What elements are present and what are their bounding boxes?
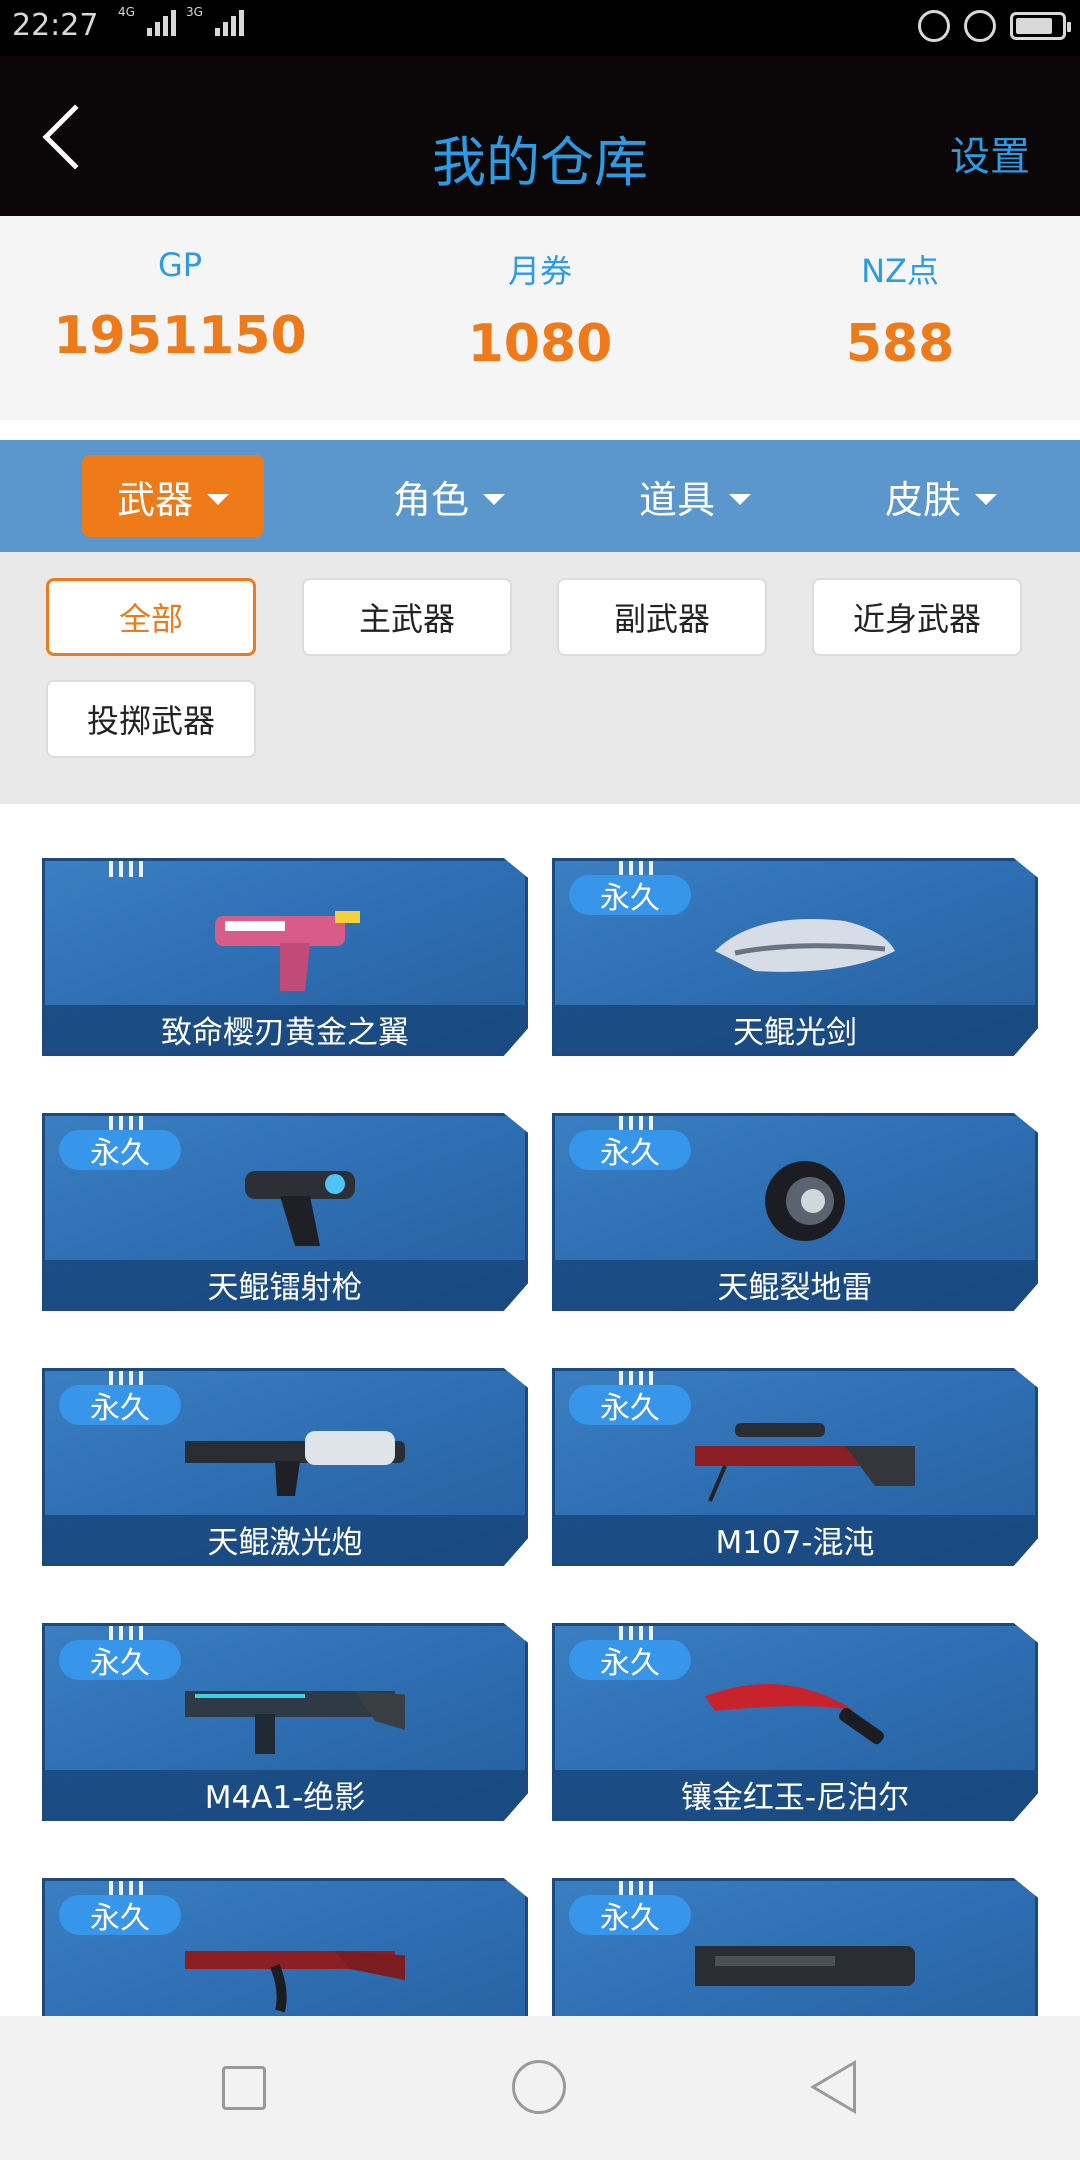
battery-icon xyxy=(1010,12,1071,40)
weapon-grid: 致命樱刃黄金之翼 永久 天鲲光剑 永久 天鲲镭射枪 永久 天鲲裂地雷 永久 天鲲… xyxy=(0,804,1080,2016)
weapon-card[interactable]: 永久 xyxy=(42,1878,528,2016)
ak-rifle-icon xyxy=(185,1951,405,2013)
assault-rifle-icon xyxy=(185,1691,405,1754)
kukri-knife-icon xyxy=(705,1684,884,1745)
currency-label: GP xyxy=(157,246,203,284)
currency-label: 月券 xyxy=(507,252,572,290)
page-title: 我的仓库 xyxy=(432,131,648,194)
weapon-name: 天鲲光剑 xyxy=(555,1005,1035,1053)
network-type-2: 3G xyxy=(185,5,203,19)
category-tab-skins[interactable]: 皮肤 xyxy=(850,455,1032,537)
permanent-badge: 永久 xyxy=(569,1130,691,1171)
category-label: 武器 xyxy=(116,477,193,522)
network-indicators: 4G 3G xyxy=(118,6,244,36)
category-bar: 武器 角色 道具 皮肤 xyxy=(0,440,1080,552)
permanent-badge: 永久 xyxy=(569,1640,691,1681)
chevron-down-icon xyxy=(729,493,751,505)
card-grill-decoration xyxy=(109,861,143,877)
signal-icon-1 xyxy=(146,6,176,36)
currency-monthly-ticket: 月券 1080 xyxy=(360,216,720,420)
permanent-badge: 永久 xyxy=(569,1385,691,1426)
weapon-name: M107-混沌 xyxy=(555,1515,1035,1563)
laser-pistol-icon xyxy=(245,1171,355,1246)
weapon-card[interactable]: 永久 天鲲裂地雷 xyxy=(552,1113,1038,1311)
category-tab-characters[interactable]: 角色 xyxy=(358,455,540,537)
weapon-name: 镶金红玉-尼泊尔 xyxy=(555,1770,1035,1818)
filter-secondary[interactable]: 副武器 xyxy=(557,578,767,656)
filter-panel: 全部 主武器 副武器 近身武器 投掷武器 xyxy=(0,552,1080,804)
settings-button[interactable]: 设置 xyxy=(950,124,1030,182)
permanent-badge: 永久 xyxy=(569,875,691,916)
chevron-down-icon xyxy=(483,493,505,505)
recent-apps-icon[interactable] xyxy=(222,2066,266,2110)
permanent-badge: 永久 xyxy=(59,1130,181,1171)
weapon-card[interactable]: 永久 天鲲激光炮 xyxy=(42,1368,528,1566)
currency-gp: GP 1951150 xyxy=(0,216,360,420)
signal-icon-2 xyxy=(214,6,244,36)
currency-label: NZ点 xyxy=(861,252,939,290)
category-label: 道具 xyxy=(638,477,715,522)
network-type-1: 4G xyxy=(118,5,135,19)
currency-value: 1080 xyxy=(467,314,613,374)
filter-melee[interactable]: 近身武器 xyxy=(812,578,1022,656)
home-icon[interactable] xyxy=(512,2060,566,2114)
weapon-card[interactable]: 永久 xyxy=(552,1878,1038,2016)
permanent-badge: 永久 xyxy=(59,1385,181,1426)
weapon-card[interactable]: 致命樱刃黄金之翼 xyxy=(42,858,528,1056)
weapon-name: 天鲲裂地雷 xyxy=(555,1260,1035,1308)
weapon-card[interactable]: 永久 天鲲镭射枪 xyxy=(42,1113,528,1311)
category-tab-items[interactable]: 道具 xyxy=(604,455,786,537)
system-nav-bar xyxy=(0,2016,1080,2160)
weapon-name: M4A1-绝影 xyxy=(45,1770,525,1818)
weapon-name: 天鲲激光炮 xyxy=(45,1515,525,1563)
weapon-name: 天鲲镭射枪 xyxy=(45,1260,525,1308)
status-bar: 22:27 4G 3G xyxy=(0,0,1080,56)
filter-all[interactable]: 全部 xyxy=(46,578,256,656)
category-label: 角色 xyxy=(392,477,469,522)
filter-primary[interactable]: 主武器 xyxy=(302,578,512,656)
pistol-icon xyxy=(215,911,360,991)
weapon-card[interactable]: 永久 M107-混沌 xyxy=(552,1368,1038,1566)
weapon-card[interactable]: 永久 M4A1-绝影 xyxy=(42,1623,528,1821)
laser-cannon-icon xyxy=(185,1431,405,1496)
app-header: 我的仓库 设置 xyxy=(0,56,1080,216)
currency-value: 588 xyxy=(845,314,955,374)
heavy-gun-icon xyxy=(695,1946,915,1986)
lock-rotation-icon xyxy=(918,10,950,42)
permanent-badge: 永久 xyxy=(569,1895,691,1936)
chevron-down-icon xyxy=(207,493,229,505)
category-label: 皮肤 xyxy=(884,477,961,522)
currency-nz-points: NZ点 588 xyxy=(720,216,1080,420)
currency-value: 1951150 xyxy=(53,306,307,366)
currency-summary: GP 1951150 月券 1080 NZ点 588 xyxy=(0,216,1080,420)
alarm-icon xyxy=(964,10,996,42)
category-tab-weapons[interactable]: 武器 xyxy=(82,455,264,537)
lightsaber-icon xyxy=(715,919,895,972)
filter-throwing[interactable]: 投掷武器 xyxy=(46,680,256,758)
permanent-badge: 永久 xyxy=(59,1640,181,1681)
sniper-rifle-icon xyxy=(695,1423,915,1502)
permanent-badge: 永久 xyxy=(59,1895,181,1936)
status-time: 22:27 xyxy=(12,8,99,43)
weapon-card[interactable]: 永久 镶金红玉-尼泊尔 xyxy=(552,1623,1038,1821)
chevron-down-icon xyxy=(975,493,997,505)
mine-icon xyxy=(765,1161,845,1241)
weapon-card[interactable]: 永久 天鲲光剑 xyxy=(552,858,1038,1056)
back-triangle-icon[interactable] xyxy=(810,2060,856,2114)
weapon-name: 致命樱刃黄金之翼 xyxy=(45,1005,525,1053)
